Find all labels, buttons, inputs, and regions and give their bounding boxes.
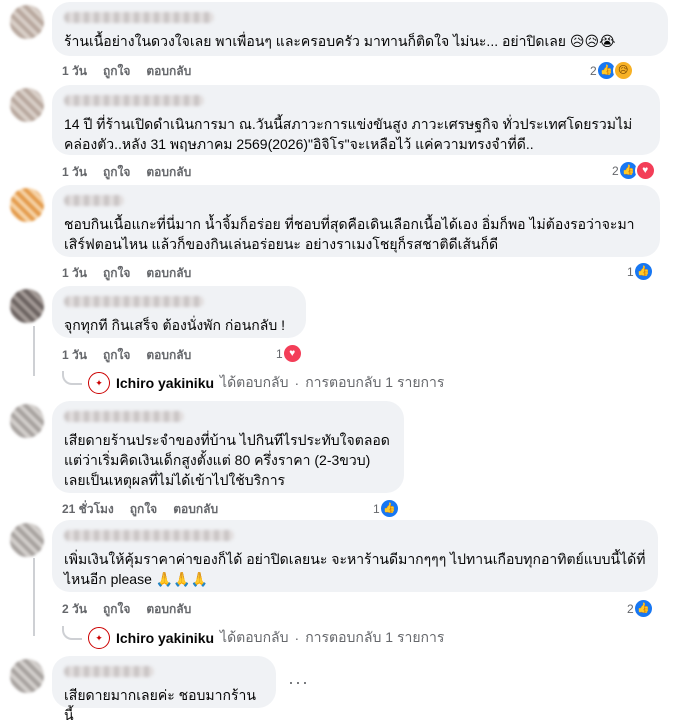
love-icon: ♥ [634, 160, 656, 181]
author-name[interactable] [64, 195, 124, 206]
comment-bubble: เพิ่มเงินให้คุ้มราคาค่าของก็ได้ อย่าปิดเ… [52, 520, 658, 592]
comment-text: ร้านเนื้อย่างในดวงใจเลย พาเพื่อนๆ และครอ… [64, 33, 616, 49]
reply-author: Ichiro yakiniku [116, 630, 215, 646]
thread-line [33, 558, 35, 636]
view-replies[interactable]: ✦ Ichiro yakiniku ได้ตอบกลับ · การตอบกลั… [62, 371, 445, 394]
reply-button[interactable]: ตอบกลับ [146, 62, 191, 81]
like-button[interactable]: ถูกใจ [103, 264, 130, 283]
comment-text: เสียดายมากเลยค่ะ ชอบมากร้านนี้ [64, 687, 256, 723]
like-button[interactable]: ถูกใจ [103, 62, 130, 81]
comment-actions: 1 วัน ถูกใจ ตอบกลับ [62, 62, 191, 81]
separator: · [294, 375, 300, 391]
comment-bubble: จุกทุกที กินเสร็จ ต้องนั่งพัก ก่อนกลับ ! [52, 286, 306, 338]
author-name[interactable] [64, 530, 234, 541]
reaction-summary[interactable]: 1 ♥ [276, 343, 303, 364]
comment-text: เสียดายร้านประจำของที่บ้าน ไปกินทีไรประท… [64, 432, 390, 488]
reaction-summary[interactable]: 1 👍 [627, 261, 654, 282]
page-avatar: ✦ [88, 372, 110, 394]
reply-button[interactable]: ตอบกลับ [146, 346, 191, 365]
comment-actions: 21 ชั่วโมง ถูกใจ ตอบกลับ [62, 500, 218, 519]
comment-bubble: 14 ปี ที่ร้านเปิดดำเนินการมา ณ.วันนี้สภา… [52, 85, 660, 155]
timestamp[interactable]: 1 วัน [62, 62, 87, 81]
reply-action: ได้ตอบกลับ [220, 629, 289, 645]
love-icon: ♥ [281, 343, 303, 364]
comment-text: เพิ่มเงินให้คุ้มราคาค่าของก็ได้ อย่าปิดเ… [64, 551, 646, 587]
timestamp[interactable]: 1 วัน [62, 346, 87, 365]
reply-action: ได้ตอบกลับ [220, 374, 289, 390]
author-name[interactable] [64, 12, 214, 23]
comment-bubble: เสียดายมากเลยค่ะ ชอบมากร้านนี้ [52, 656, 276, 723]
timestamp[interactable]: 21 ชั่วโมง [62, 500, 114, 519]
comment-bubble: เสียดายร้านประจำของที่บ้าน ไปกินทีไรประท… [52, 401, 404, 493]
page-avatar: ✦ [88, 627, 110, 649]
comment-text: 14 ปี ที่ร้านเปิดดำเนินการมา ณ.วันนี้สภา… [64, 116, 633, 152]
comment-actions: 1 วัน ถูกใจ ตอบกลับ [62, 346, 191, 365]
avatar[interactable] [10, 5, 44, 39]
author-name[interactable] [64, 296, 204, 307]
timestamp[interactable]: 2 วัน [62, 600, 87, 619]
comment-actions: 1 วัน ถูกใจ ตอบกลับ [62, 264, 191, 283]
reply-count: การตอบกลับ 1 รายการ [305, 629, 445, 645]
thread-connector [62, 371, 82, 385]
avatar[interactable] [10, 88, 44, 122]
avatar[interactable] [10, 289, 44, 323]
author-name[interactable] [64, 411, 184, 422]
like-icon: 👍 [632, 598, 654, 619]
avatar[interactable] [10, 404, 44, 438]
comment-bubble: ร้านเนื้อย่างในดวงใจเลย พาเพื่อนๆ และครอ… [52, 2, 668, 56]
comment-actions: 1 วัน ถูกใจ ตอบกลับ [62, 163, 191, 182]
thread-line [33, 326, 35, 376]
thread-connector [62, 626, 82, 640]
like-button[interactable]: ถูกใจ [103, 600, 130, 619]
like-button[interactable]: ถูกใจ [130, 500, 157, 519]
like-button[interactable]: ถูกใจ [103, 163, 130, 182]
avatar[interactable] [10, 523, 44, 557]
reply-count: การตอบกลับ 1 รายการ [305, 374, 445, 390]
avatar[interactable] [10, 659, 44, 693]
more-options-icon[interactable]: ··· [288, 672, 309, 693]
sad-icon: 😥 [612, 60, 634, 81]
reply-author: Ichiro yakiniku [116, 375, 215, 391]
comment-text: จุกทุกที กินเสร็จ ต้องนั่งพัก ก่อนกลับ ! [64, 317, 286, 333]
reaction-summary[interactable]: 2 👍 ♥ [612, 160, 656, 181]
author-name[interactable] [64, 666, 154, 677]
separator: · [294, 630, 300, 646]
reaction-summary[interactable]: 2 👍 😥 [590, 60, 634, 81]
like-icon: 👍 [378, 498, 400, 519]
like-icon: 👍 [632, 261, 654, 282]
comment-bubble: ชอบกินเนื้อแกะที่นี่มาก น้ำจิ้มก็อร่อย ท… [52, 185, 660, 257]
comment-actions: 2 วัน ถูกใจ ตอบกลับ [62, 600, 191, 619]
comment-text: ชอบกินเนื้อแกะที่นี่มาก น้ำจิ้มก็อร่อย ท… [64, 216, 635, 252]
avatar[interactable] [10, 188, 44, 222]
reply-button[interactable]: ตอบกลับ [146, 600, 191, 619]
reply-button[interactable]: ตอบกลับ [146, 264, 191, 283]
reaction-summary[interactable]: 1 👍 [373, 498, 400, 519]
timestamp[interactable]: 1 วัน [62, 264, 87, 283]
reply-button[interactable]: ตอบกลับ [173, 500, 218, 519]
timestamp[interactable]: 1 วัน [62, 163, 87, 182]
author-name[interactable] [64, 95, 204, 106]
view-replies[interactable]: ✦ Ichiro yakiniku ได้ตอบกลับ · การตอบกลั… [62, 626, 445, 649]
reaction-summary[interactable]: 2 👍 [627, 598, 654, 619]
reply-button[interactable]: ตอบกลับ [146, 163, 191, 182]
like-button[interactable]: ถูกใจ [103, 346, 130, 365]
